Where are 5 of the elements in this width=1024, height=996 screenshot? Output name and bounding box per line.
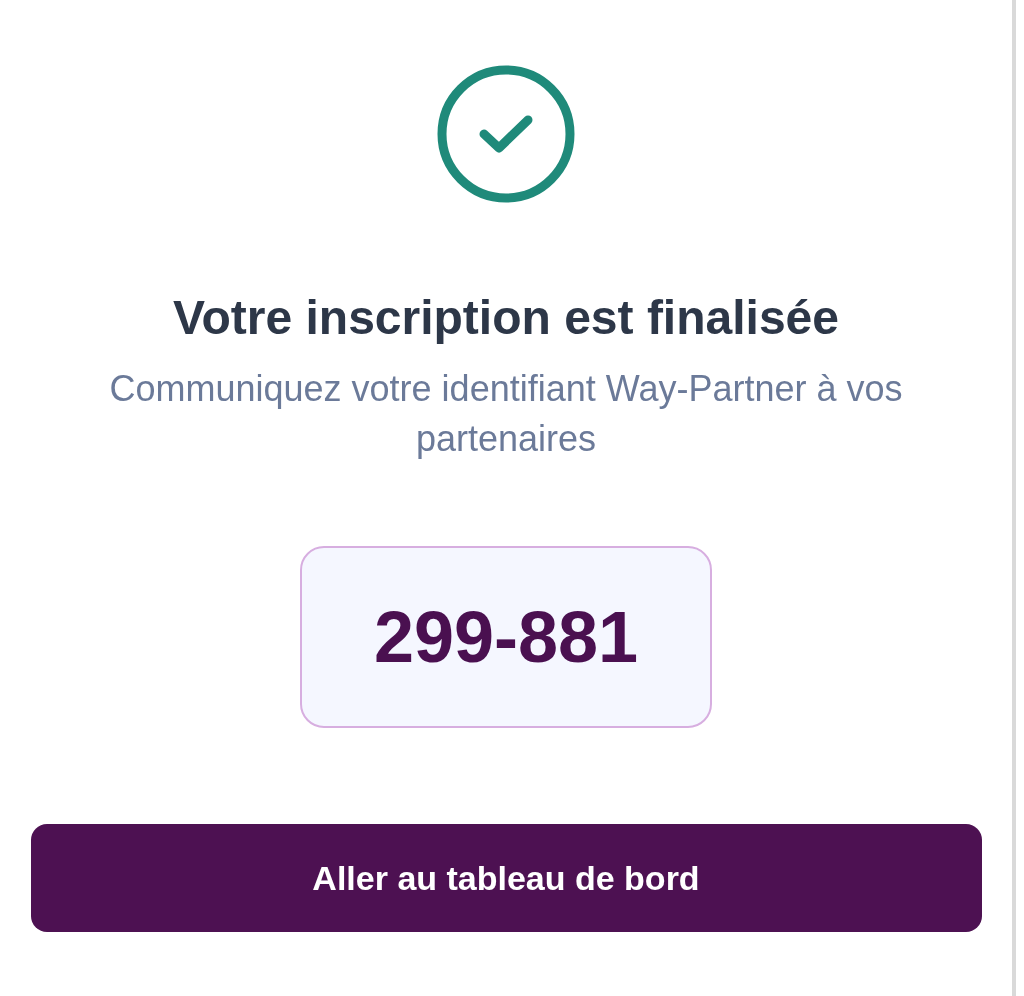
dashboard-button[interactable]: Aller au tableau de bord [30,824,982,932]
confirmation-title: Votre inscription est finalisée [173,290,839,346]
instruction-text: Communiquez votre identifiant Way-Partner à vos partenaires [108,367,904,461]
identifier-code: 299-881 [300,546,712,728]
success-check-icon [436,64,576,204]
